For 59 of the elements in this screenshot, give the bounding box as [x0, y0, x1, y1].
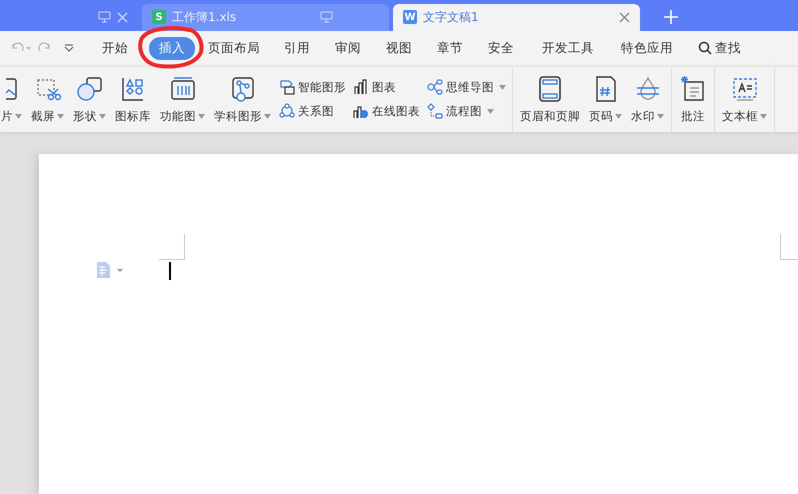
margin-mark — [159, 234, 185, 260]
caret-icon — [57, 114, 64, 119]
ribbon-button[interactable]: 图表 — [353, 79, 420, 96]
search-button[interactable]: 查找 — [698, 40, 741, 57]
customize-caret-icon[interactable] — [64, 44, 74, 52]
relation-chart-icon — [279, 103, 295, 120]
ribbon-button[interactable]: 水印 — [630, 74, 665, 124]
document-tab[interactable]: W 文字文稿1 — [393, 4, 640, 31]
menu-tab[interactable]: 视图 — [376, 36, 422, 60]
flowchart-icon — [427, 103, 443, 120]
search-icon — [698, 41, 712, 56]
caret-icon — [657, 114, 664, 119]
caret-icon — [15, 114, 22, 119]
ribbon-button[interactable]: 批注 — [678, 74, 708, 124]
text-cursor — [169, 262, 171, 280]
document-icon: W — [403, 10, 417, 24]
menu-tab[interactable]: 页面布局 — [198, 36, 270, 60]
ribbon-button[interactable]: 关系图 — [279, 103, 346, 120]
shapes-icon — [76, 74, 104, 103]
caret-icon — [264, 114, 271, 119]
mind-map-icon — [427, 79, 443, 96]
plus-icon — [664, 10, 678, 24]
ribbon-button[interactable]: 流程图 — [427, 103, 506, 120]
close-icon[interactable] — [619, 12, 630, 23]
menu-tab[interactable]: 开发工具 — [532, 36, 604, 60]
monitor-icon — [320, 11, 333, 24]
caret-icon — [760, 114, 767, 119]
ribbon-button[interactable]: 形状 — [72, 74, 107, 124]
menu-tab[interactable]: 章节 — [427, 36, 473, 60]
bar-chart-icon — [353, 79, 369, 96]
caret-icon — [99, 114, 106, 119]
caret-icon — [487, 108, 494, 114]
ribbon-button[interactable]: 页眉和页脚 — [519, 74, 581, 124]
smart-graphic-icon — [279, 79, 295, 96]
caret-icon — [499, 84, 506, 90]
ribbon-button[interactable]: 思维导图 — [427, 79, 506, 96]
monitor-icon — [98, 11, 111, 24]
paragraph-icon[interactable] — [97, 262, 125, 278]
caret-icon — [198, 114, 205, 119]
ribbon-button[interactable]: 图标库 — [114, 74, 152, 124]
tab-title: 文字文稿1 — [423, 8, 479, 26]
tab-title: 工作簿1.xls — [172, 8, 236, 26]
ribbon-button[interactable]: 学科图形 — [213, 74, 272, 124]
margin-mark — [780, 234, 798, 260]
ribbon-button[interactable]: 页码 — [588, 74, 623, 124]
page-header-icon — [536, 74, 564, 103]
caret-icon — [615, 114, 622, 119]
menu-tab[interactable]: 引用 — [274, 36, 320, 60]
menu-tab[interactable]: 安全 — [478, 36, 524, 60]
menu-tab[interactable]: 审阅 — [325, 36, 371, 60]
ribbon-button[interactable]: 智能图形 — [279, 79, 346, 96]
ribbon-button[interactable]: 片 — [0, 74, 23, 124]
ribbon-button[interactable]: 文本框 — [721, 74, 768, 124]
ribbon-button[interactable]: 截屏 — [30, 74, 65, 124]
spreadsheet-icon: S — [152, 10, 166, 24]
menu-tab[interactable]: 特色应用 — [611, 36, 683, 60]
ribbon-button[interactable]: 功能图 — [159, 74, 206, 124]
ribbon-button[interactable]: 在线图表 — [353, 103, 420, 120]
menu-tab[interactable]: 开始 — [92, 36, 138, 60]
